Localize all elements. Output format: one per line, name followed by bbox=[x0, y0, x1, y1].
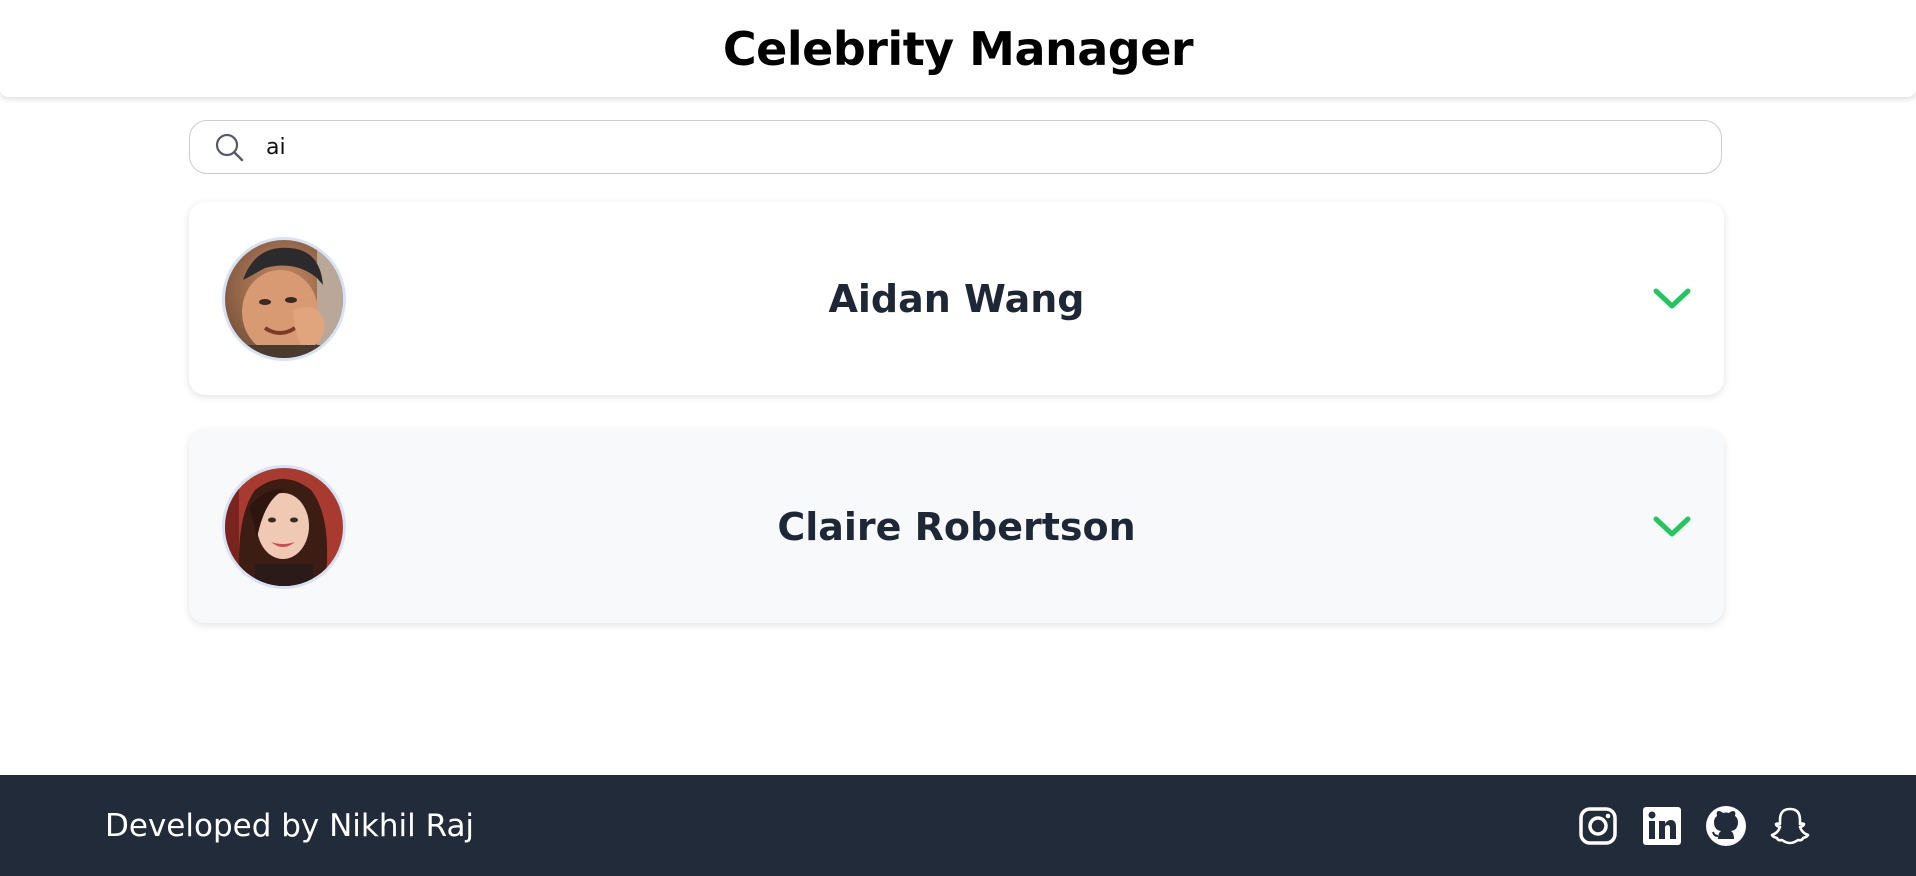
app-header: Celebrity Manager bbox=[0, 0, 1916, 97]
chevron-down-icon[interactable] bbox=[1650, 509, 1694, 545]
avatar bbox=[222, 464, 346, 589]
chevron-down-icon[interactable] bbox=[1650, 281, 1694, 317]
celebrity-name: Aidan Wang bbox=[828, 276, 1085, 321]
github-icon[interactable] bbox=[1705, 805, 1747, 847]
social-links bbox=[1577, 805, 1811, 847]
search-input[interactable] bbox=[264, 126, 1668, 168]
celebrity-card[interactable]: Claire Robertson bbox=[189, 430, 1724, 623]
page-title: Celebrity Manager bbox=[722, 21, 1194, 76]
instagram-icon[interactable] bbox=[1577, 805, 1619, 847]
search-icon bbox=[212, 130, 246, 164]
snapchat-icon[interactable] bbox=[1769, 805, 1811, 847]
celebrity-card[interactable]: Aidan Wang bbox=[189, 202, 1724, 395]
footer-credit: Developed by Nikhil Raj bbox=[105, 807, 475, 844]
footer: Developed by Nikhil Raj bbox=[0, 775, 1916, 876]
search-bar[interactable] bbox=[189, 120, 1722, 174]
avatar bbox=[222, 236, 346, 361]
linkedin-icon[interactable] bbox=[1641, 805, 1683, 847]
celebrity-name: Claire Robertson bbox=[777, 504, 1136, 549]
